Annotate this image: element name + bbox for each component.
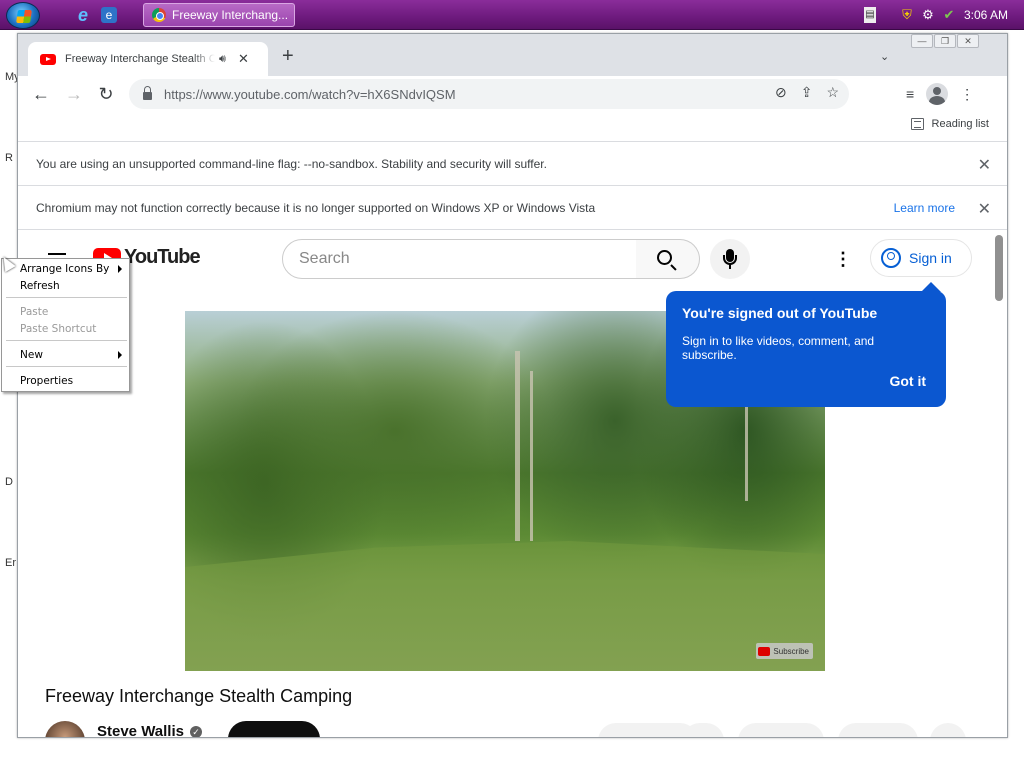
signed-out-popup: You're signed out of YouTube Sign in to … — [666, 282, 946, 407]
sign-in-button[interactable]: Sign in — [870, 239, 972, 277]
infobar-close-icon[interactable]: ✕ — [978, 155, 991, 175]
start-button[interactable] — [6, 2, 40, 29]
infobar-close-icon[interactable]: ✕ — [978, 199, 991, 219]
tray-keyboard-icon[interactable]: ▤ — [864, 7, 876, 23]
tab-strip: Freeway Interchange Stealth Camping 🔊︎ ✕… — [18, 34, 1007, 76]
infobar-text: You are using an unsupported command-lin… — [36, 157, 547, 171]
tray-app-icon[interactable]: ✔ — [941, 7, 957, 23]
menu-separator — [6, 366, 127, 367]
clock[interactable]: 3:06 AM — [964, 8, 1008, 22]
bookmark-star-icon[interactable]: ☆ — [826, 84, 839, 101]
desktop[interactable]: My R D Er e e Freeway Interchang... ▤ ⛨ … — [0, 0, 1024, 768]
tab-search-chevron-icon[interactable]: ⌄ — [880, 50, 889, 63]
desktop-context-menu: Arrange Icons By Refresh Paste Paste Sho… — [1, 258, 130, 392]
video-scene-grass — [185, 541, 825, 671]
taskbar-button-chromium[interactable]: Freeway Interchang... — [143, 3, 295, 27]
video-title: Freeway Interchange Stealth Camping — [45, 686, 353, 706]
voice-search-button[interactable] — [710, 239, 750, 279]
scrollbar-thumb[interactable] — [995, 235, 1003, 301]
got-it-button[interactable]: Got it — [889, 373, 926, 389]
tab-close-icon[interactable]: ✕ — [238, 51, 249, 67]
reload-button[interactable]: ↻ — [95, 83, 117, 105]
speaker-icon[interactable]: 🔊︎ — [219, 53, 226, 66]
subscribe-watermark-label: Subscribe — [773, 646, 809, 656]
reading-list-icon — [910, 118, 924, 130]
video-scene-detail — [530, 371, 533, 541]
share-icon[interactable]: ⇪ — [801, 84, 813, 101]
submenu-arrow-icon — [118, 351, 122, 359]
infobar-text: Chromium may not function correctly beca… — [36, 201, 596, 215]
tab-youtube[interactable]: Freeway Interchange Stealth Camping 🔊︎ ✕ — [28, 42, 268, 76]
taskbar: e e Freeway Interchang... ▤ ⛨ ⚙ ✔ 3:06 A… — [0, 0, 1024, 30]
sign-in-label: Sign in — [909, 250, 952, 266]
subscribe-button[interactable] — [228, 721, 320, 737]
popup-title: You're signed out of YouTube — [682, 305, 878, 321]
desktop-icon-label[interactable]: Er — [5, 557, 16, 569]
windows-logo-icon — [16, 10, 32, 23]
account-circle-icon — [881, 248, 901, 268]
security-shield-icon[interactable]: ⛨ — [899, 7, 915, 23]
search-placeholder: Search — [299, 250, 350, 267]
submenu-arrow-icon — [118, 265, 122, 273]
back-button[interactable]: ← — [30, 83, 52, 105]
quick-launch-icon[interactable]: e — [101, 7, 117, 23]
browser-toolbar: ← → ↻ https://www.youtube.com/watch?v=hX… — [18, 76, 1007, 112]
close-window-button[interactable]: ✕ — [957, 34, 979, 48]
menu-separator — [6, 340, 127, 341]
eye-slash-icon[interactable]: ⊘ — [775, 84, 787, 101]
menu-item-paste[interactable]: Paste — [20, 304, 48, 320]
infobar-sandbox-warning: You are using an unsupported command-lin… — [18, 143, 1007, 186]
menu-item-properties[interactable]: Properties — [20, 373, 73, 389]
lock-icon[interactable] — [143, 86, 152, 100]
url-text[interactable]: https://www.youtube.com/watch?v=hX6SNdvI… — [164, 87, 456, 102]
bookmarks-bar: Reading list — [18, 112, 1007, 142]
search-button[interactable] — [636, 239, 700, 279]
menu-item-refresh[interactable]: Refresh — [20, 278, 60, 294]
internet-explorer-icon[interactable]: e — [73, 5, 93, 25]
youtube-wordmark: YouTube — [124, 246, 201, 268]
infobar-unsupported-os: Chromium may not function correctly beca… — [18, 187, 1007, 230]
youtube-favicon-icon — [40, 53, 56, 65]
share-button[interactable] — [738, 723, 824, 737]
menu-item-new[interactable]: New — [20, 347, 43, 363]
media-control-icon[interactable]: ≡ — [906, 86, 914, 102]
channel-avatar[interactable] — [45, 721, 85, 737]
menu-item-paste-shortcut[interactable]: Paste Shortcut — [20, 321, 96, 337]
menu-separator — [6, 297, 127, 298]
tray-network-icon[interactable]: ⚙ — [920, 7, 936, 23]
more-actions-button[interactable] — [930, 723, 966, 737]
window-controls: — ❐ ✕ — [911, 34, 979, 48]
video-scene-detail — [745, 401, 748, 501]
chromium-icon — [152, 8, 166, 22]
menu-item-arrange-icons[interactable]: Arrange Icons By — [20, 261, 109, 277]
download-button[interactable] — [838, 723, 918, 737]
youtube-page: YouTube Search ⋮ Sign in Subscribe You'r… — [18, 231, 1007, 737]
address-bar[interactable]: https://www.youtube.com/watch?v=hX6SNdvI… — [129, 79, 849, 109]
new-tab-button[interactable]: + — [282, 46, 294, 66]
search-icon — [657, 250, 672, 265]
settings-dots-icon[interactable]: ⋮ — [834, 249, 852, 269]
reading-list-button[interactable]: Reading list — [910, 118, 989, 130]
restore-button[interactable]: ❐ — [934, 34, 956, 48]
menu-dots-icon[interactable]: ⋮ — [960, 86, 974, 103]
minimize-button[interactable]: — — [911, 34, 933, 48]
desktop-icon-label[interactable]: R — [5, 152, 13, 164]
verified-check-icon: ✓ — [190, 726, 202, 737]
browser-window: Freeway Interchange Stealth Camping 🔊︎ ✕… — [17, 33, 1008, 738]
search-input[interactable]: Search — [282, 239, 637, 279]
tab-title: Freeway Interchange Stealth Camping — [65, 53, 215, 65]
microphone-icon — [723, 249, 737, 269]
desktop-icon-label[interactable]: D — [5, 476, 13, 488]
forward-button[interactable]: → — [63, 83, 85, 105]
learn-more-link[interactable]: Learn more — [894, 201, 955, 215]
video-scene-detail — [515, 351, 520, 541]
popup-body: Sign in to like videos, comment, and sub… — [682, 334, 875, 362]
subscribe-watermark[interactable]: Subscribe — [756, 643, 813, 659]
youtube-watermark-icon — [758, 646, 771, 656]
channel-name[interactable]: Steve Wallis — [97, 723, 184, 737]
taskbar-button-label: Freeway Interchang... — [172, 8, 289, 22]
reading-list-label: Reading list — [931, 118, 989, 130]
profile-avatar-icon[interactable] — [926, 83, 949, 105]
